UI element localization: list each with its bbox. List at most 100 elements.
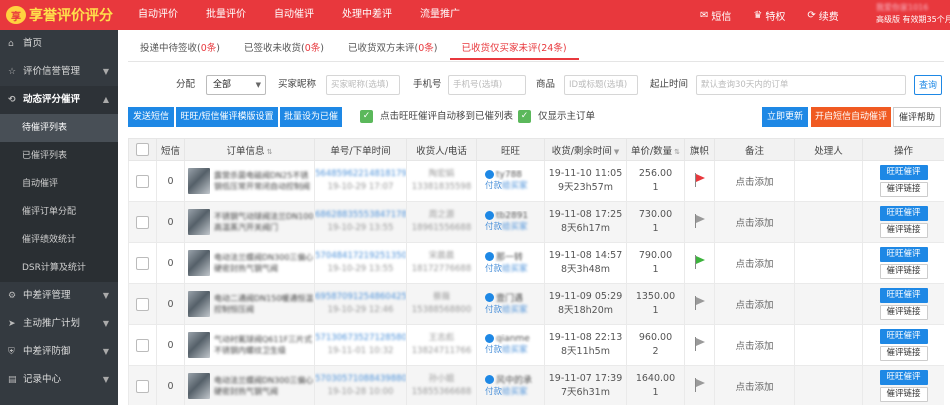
sidebar-sub-performance[interactable]: 催评绩效统计: [0, 226, 118, 254]
row-select-cell[interactable]: [128, 242, 157, 284]
goods-title[interactable]: 气动衬氟球阀Q611F三片式不锈钢内螺纹卫生级: [214, 334, 314, 356]
wangwang-nick[interactable]: 壹门遇: [485, 291, 544, 304]
add-note-link[interactable]: 点击添加: [735, 341, 773, 352]
sidebar-item-bad-review[interactable]: ⚙ 中差评管理 ▼: [0, 282, 118, 310]
add-note-link[interactable]: 点击添加: [735, 259, 773, 270]
goods-cell[interactable]: 电动法兰蝶阀DN300三偏心硬密封热气钢气阀: [184, 365, 315, 405]
sidebar-sub-assign[interactable]: 催评订单分配: [0, 198, 118, 226]
flag-cell[interactable]: [684, 242, 715, 284]
phone-input[interactable]: 手机号(选填): [448, 75, 526, 95]
goods-title[interactable]: 电动二通阀DN150暖通恒温控制恒压阀: [214, 293, 314, 315]
tab-both-unrated[interactable]: 已收货双方未评(0条): [336, 38, 450, 60]
wangwang-remind-button[interactable]: 旺旺催评: [879, 288, 928, 303]
dist-select[interactable]: 全部 ▼: [206, 75, 266, 95]
flag-icon[interactable]: [693, 295, 707, 310]
pay-link[interactable]: 付款给买家: [485, 221, 544, 234]
order-number[interactable]: 570484172192513502: [316, 250, 406, 263]
row-select-cell[interactable]: [128, 365, 157, 405]
goods-title[interactable]: 不锈钢气动球阀法兰DN100高温蒸汽开关阀门: [214, 211, 314, 233]
brand-logo[interactable]: 享 享誉评价评分: [0, 0, 118, 30]
flag-icon[interactable]: [693, 213, 707, 228]
row-select-cell[interactable]: [128, 160, 157, 202]
sms-link[interactable]: ✉ 短信: [700, 8, 731, 23]
refresh-now-button[interactable]: 立即更新: [762, 107, 808, 127]
pay-link[interactable]: 付款给买家: [485, 304, 544, 317]
wangwang-nick[interactable]: qianme: [485, 334, 544, 344]
order-number[interactable]: 571306735271285805: [316, 332, 406, 345]
header-price[interactable]: 单价/数量 ⇅: [626, 138, 685, 161]
remind-link-button[interactable]: 催评链接: [879, 346, 928, 361]
product-thumbnail[interactable]: [188, 250, 210, 276]
sidebar-sub-pending-list[interactable]: 待催评列表: [0, 114, 118, 142]
topnav-bad-review[interactable]: 处理中差评: [342, 0, 392, 30]
flag-cell[interactable]: [684, 283, 715, 325]
template-settings-button[interactable]: 旺旺/短信催评模版设置: [176, 107, 278, 127]
main-order-checkbox[interactable]: ✓: [518, 110, 531, 123]
batch-mark-button[interactable]: 批量设为已催: [280, 107, 342, 127]
row-select-cell[interactable]: [128, 283, 157, 325]
topnav-batch-review[interactable]: 批量评价: [206, 0, 246, 30]
tab-in-transit[interactable]: 投递中待签收(0条): [128, 38, 232, 60]
add-note-link[interactable]: 点击添加: [735, 218, 773, 229]
flag-cell[interactable]: [684, 160, 715, 202]
renew-link[interactable]: ⟳ 续费: [807, 8, 838, 23]
remind-link-button[interactable]: 催评链接: [879, 387, 928, 402]
sidebar-sub-done-list[interactable]: 已催评列表: [0, 142, 118, 170]
query-button[interactable]: 查询: [914, 75, 942, 95]
wangwang-remind-button[interactable]: 旺旺催评: [879, 247, 928, 262]
flag-cell[interactable]: [684, 324, 715, 366]
product-thumbnail[interactable]: [188, 291, 210, 317]
wangwang-remind-button[interactable]: 旺旺催评: [879, 370, 928, 385]
sidebar-sub-auto-remind[interactable]: 自动催评: [0, 170, 118, 198]
sidebar-item-reputation[interactable]: ☆ 评价信誉管理 ▼: [0, 58, 118, 86]
remind-link-button[interactable]: 催评链接: [879, 264, 928, 279]
pay-link[interactable]: 付款给买家: [485, 386, 544, 399]
flag-icon[interactable]: [693, 377, 707, 392]
user-info[interactable]: 我爱你家1016 高级版 有效期35个月: [876, 2, 950, 28]
add-note-link[interactable]: 点击添加: [735, 382, 773, 393]
help-button[interactable]: 催评帮助: [893, 107, 941, 127]
goods-cell[interactable]: 电动二通阀DN150暖通恒温控制恒压阀: [184, 283, 315, 325]
topnav-auto-review[interactable]: 自动评价: [138, 0, 178, 30]
order-number[interactable]: 564859622148181791: [316, 168, 406, 181]
row-checkbox[interactable]: [136, 256, 149, 270]
wangwang-nick[interactable]: 那一转: [485, 250, 544, 263]
header-goods[interactable]: 订单信息 ⇅: [184, 138, 315, 161]
goods-cell[interactable]: 不锈钢气动球阀法兰DN100高温蒸汽开关阀门: [184, 201, 315, 243]
goods-title[interactable]: 电动法兰蝶阀DN300三偏心硬密封热气钢气阀: [214, 252, 314, 274]
order-number[interactable]: 695870912548604250: [316, 291, 406, 304]
privilege-link[interactable]: ♛ 特权: [753, 8, 785, 23]
wangwang-nick[interactable]: ty788: [485, 170, 544, 180]
goods-title[interactable]: 电动法兰蝶阀DN300三偏心硬密封热气钢气阀: [214, 375, 314, 397]
flag-icon[interactable]: [693, 254, 707, 269]
goods-cell[interactable]: 露营杀菌电磁阀DN25不锈钢低压常开常闭自动控制阀: [184, 160, 315, 202]
flag-icon[interactable]: [693, 172, 707, 187]
sidebar-item-defense[interactable]: ⛨ 中差评防御 ▼: [0, 338, 118, 366]
header-select-all[interactable]: [128, 138, 157, 161]
row-checkbox[interactable]: [136, 379, 149, 393]
sidebar-sub-dsr[interactable]: DSR计算及统计: [0, 254, 118, 282]
topnav-traffic[interactable]: 流量推广: [420, 0, 460, 30]
goods-cell[interactable]: 电动法兰蝶阀DN300三偏心硬密封热气钢气阀: [184, 242, 315, 284]
order-number[interactable]: 686288355538471786: [316, 209, 406, 222]
header-recv-time[interactable]: 收货/剩余时间 ▼: [544, 138, 627, 161]
goods-cell[interactable]: 气动衬氟球阀Q611F三片式不锈钢内螺纹卫生级: [184, 324, 315, 366]
select-all-checkbox[interactable]: [136, 143, 149, 156]
row-checkbox[interactable]: [136, 174, 149, 188]
sidebar-item-home[interactable]: ⌂ 首页: [0, 30, 118, 58]
sidebar-item-promotion[interactable]: ➤ 主动推广计划 ▼: [0, 310, 118, 338]
sidebar-item-records[interactable]: ▤ 记录中心 ▼: [0, 366, 118, 394]
buyer-input[interactable]: 买家昵称(选填): [326, 75, 400, 95]
wangwang-nick[interactable]: 风中的承: [485, 373, 544, 386]
pay-link[interactable]: 付款给买家: [485, 263, 544, 276]
wangwang-remind-button[interactable]: 旺旺催评: [879, 329, 928, 344]
row-checkbox[interactable]: [136, 297, 149, 311]
sidebar-item-dsr-remind[interactable]: ⟲ 动态评分催评 ▲: [0, 86, 118, 114]
flag-icon[interactable]: [693, 336, 707, 351]
product-thumbnail[interactable]: [188, 373, 210, 399]
product-thumbnail[interactable]: [188, 332, 210, 358]
auto-move-checkbox[interactable]: ✓: [360, 110, 373, 123]
order-number[interactable]: 570305710884398805: [316, 373, 406, 386]
flag-cell[interactable]: [684, 365, 715, 405]
add-note-link[interactable]: 点击添加: [735, 300, 773, 311]
